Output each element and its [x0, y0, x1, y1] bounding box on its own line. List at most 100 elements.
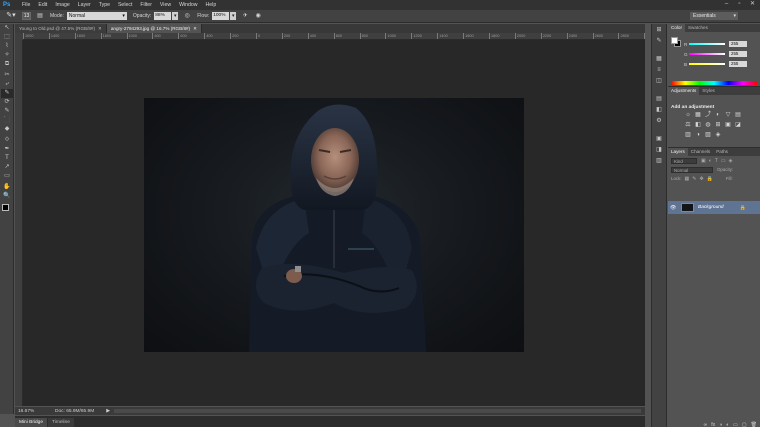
green-slider[interactable]: [689, 53, 725, 55]
opacity-dropdown[interactable]: ▾: [172, 12, 179, 20]
tool-9-icon[interactable]: ✎: [1, 107, 13, 116]
layers-footer-5-icon[interactable]: ▢: [742, 422, 747, 427]
tool-18-icon[interactable]: 🔍: [1, 192, 13, 201]
flow-input[interactable]: 100%: [212, 12, 230, 20]
tool-17-icon[interactable]: ✋: [1, 183, 13, 192]
dock-panel-10-icon[interactable]: ▥: [652, 156, 666, 166]
posterize-icon[interactable]: ▥: [684, 132, 692, 139]
dock-panel-3-icon[interactable]: ≡: [652, 65, 666, 75]
color-balance-icon[interactable]: ⚖: [684, 122, 692, 129]
dock-panel-5-icon[interactable]: ▤: [652, 94, 666, 104]
menu-edit[interactable]: Edit: [38, 2, 47, 8]
workspace-select[interactable]: Essentials: [690, 12, 738, 20]
menu-view[interactable]: View: [160, 2, 171, 8]
lock-position-icon[interactable]: ✥: [699, 176, 703, 182]
mode-select[interactable]: Normal: [66, 12, 127, 20]
dock-panel-1-icon[interactable]: ✎: [652, 36, 666, 46]
filter-smart-icon[interactable]: ◈: [729, 158, 733, 164]
menu-layer[interactable]: Layer: [78, 2, 91, 8]
dock-panel-6-icon[interactable]: ◧: [652, 105, 666, 115]
foreground-color-swatch[interactable]: [671, 37, 678, 44]
tool-14-icon[interactable]: T: [1, 154, 13, 163]
lock-pixels-icon[interactable]: ✎: [692, 176, 696, 182]
pressure-opacity-icon[interactable]: ◎: [183, 12, 191, 20]
tool-5-icon[interactable]: ✂: [1, 71, 13, 80]
dock-panel-2-icon[interactable]: ▦: [652, 54, 666, 64]
brightness-icon[interactable]: ☼: [684, 112, 692, 119]
dock-panel-7-icon[interactable]: ⚙: [652, 116, 666, 126]
exposure-icon[interactable]: ◐: [714, 112, 722, 119]
pressure-size-icon[interactable]: ◉: [254, 12, 262, 20]
bw-icon[interactable]: ◧: [694, 122, 702, 129]
foreground-color-swatch[interactable]: [2, 204, 9, 211]
invert-icon[interactable]: ◪: [734, 122, 742, 129]
color-lookup-icon[interactable]: ▣: [724, 122, 732, 129]
flow-dropdown[interactable]: ▾: [230, 12, 237, 20]
layers-footer-2-icon[interactable]: ◑: [719, 422, 722, 427]
gradient-map-icon[interactable]: ▧: [704, 132, 712, 139]
layers-footer-6-icon[interactable]: 🗑: [751, 422, 757, 427]
filter-adjustment-icon[interactable]: ◐: [709, 158, 712, 164]
vibrance-icon[interactable]: ▽: [724, 112, 732, 119]
horizontal-ruler[interactable]: 1000 1400 1600 1800 1000 800 600 400 200 0 200 400 6…: [23, 33, 645, 40]
zoom-level[interactable]: 16.67%: [15, 409, 41, 414]
tool-15-icon[interactable]: ↗: [1, 163, 13, 172]
dock-panel-8-icon[interactable]: ▣: [652, 134, 666, 144]
tool-12-icon[interactable]: ⟐: [1, 136, 13, 145]
menu-image[interactable]: Image: [55, 2, 69, 8]
green-value[interactable]: 255: [729, 51, 747, 57]
blue-value[interactable]: 255: [729, 61, 747, 67]
menu-select[interactable]: Select: [118, 2, 132, 8]
hue-icon[interactable]: ▤: [734, 112, 742, 119]
close-button[interactable]: ✕: [748, 1, 757, 8]
tool-3-icon[interactable]: ✧: [1, 51, 13, 60]
tab-styles[interactable]: Styles: [699, 87, 718, 95]
airbrush-icon[interactable]: ✈: [241, 12, 249, 20]
tab-young-to-old[interactable]: Young to Old.psd @ 47.5% (RGB/8#) ✕: [15, 24, 107, 33]
tab-angry-photo[interactable]: angry-2794293.jpg @ 16.7% (RGB/8#) ✕: [106, 24, 202, 33]
tab-swatches[interactable]: Swatches: [685, 24, 711, 32]
canvas-area[interactable]: [23, 40, 645, 406]
layers-footer-4-icon[interactable]: ▭: [733, 422, 738, 427]
layer-kind-filter[interactable]: Kind: [671, 157, 697, 164]
tab-mini-bridge[interactable]: Mini Bridge: [15, 418, 47, 427]
filter-type-icon[interactable]: T: [715, 158, 718, 164]
dock-panel-9-icon[interactable]: ◨: [652, 145, 666, 155]
close-icon[interactable]: ✕: [98, 26, 102, 31]
tab-color[interactable]: Color: [668, 24, 685, 32]
opacity-input[interactable]: 88%: [154, 12, 172, 20]
tool-7-icon[interactable]: ✎: [1, 89, 13, 98]
menu-file[interactable]: File: [22, 2, 30, 8]
brush-icon[interactable]: ✎▾: [4, 11, 18, 21]
selective-color-icon[interactable]: ◈: [714, 132, 722, 139]
lock-transparent-icon[interactable]: ▦: [685, 176, 690, 182]
filter-pixel-icon[interactable]: ▣: [701, 158, 706, 164]
eye-icon[interactable]: 👁: [670, 205, 678, 211]
brush-size-picker[interactable]: 13: [22, 12, 31, 20]
layers-footer-1-icon[interactable]: fx: [711, 422, 715, 427]
filter-shape-icon[interactable]: ▭: [721, 158, 726, 164]
red-value[interactable]: 255: [729, 41, 747, 47]
threshold-icon[interactable]: ◑: [694, 132, 702, 139]
color-swatches[interactable]: [0, 203, 14, 219]
tab-layers[interactable]: Layers: [668, 148, 688, 156]
menu-help[interactable]: Help: [206, 2, 217, 8]
tool-2-icon[interactable]: ⌇: [1, 42, 13, 51]
menu-filter[interactable]: Filter: [140, 2, 152, 8]
channel-mixer-icon[interactable]: ⊞: [714, 122, 722, 129]
menu-window[interactable]: Window: [179, 2, 197, 8]
tab-timeline[interactable]: Timeline: [48, 418, 74, 427]
levels-icon[interactable]: ▦: [694, 112, 702, 119]
tool-10-icon[interactable]: ⬛: [1, 116, 13, 125]
tool-1-icon[interactable]: ⬚: [1, 33, 13, 42]
curves-icon[interactable]: ⤴: [704, 112, 712, 119]
dock-panel-4-icon[interactable]: ◫: [652, 76, 666, 86]
tab-channels[interactable]: Channels: [688, 148, 713, 156]
layers-footer-3-icon[interactable]: ◐: [726, 422, 729, 427]
tab-adjustments[interactable]: Adjustments: [668, 87, 700, 95]
tool-8-icon[interactable]: ⟳: [1, 98, 13, 107]
menu-type[interactable]: Type: [99, 2, 110, 8]
tool-13-icon[interactable]: ✒: [1, 145, 13, 154]
horizontal-scrollbar[interactable]: [114, 409, 641, 413]
maximize-button[interactable]: ▫: [735, 1, 744, 8]
